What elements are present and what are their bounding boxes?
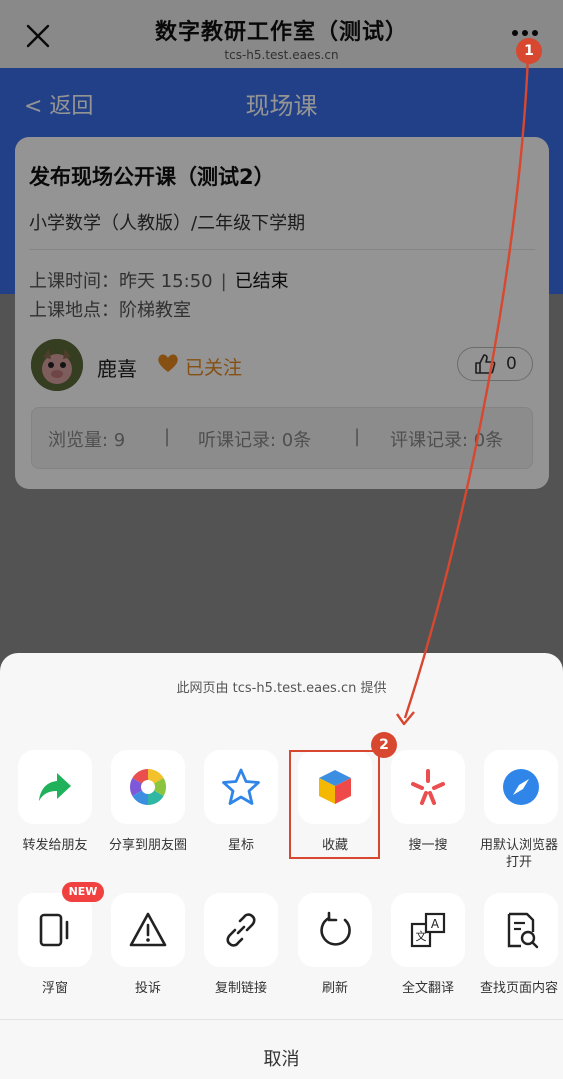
warning-icon [129, 912, 167, 947]
copy-link-label: 复制链接 [214, 981, 267, 996]
forward-to-friend-label: 转发给朋友 [22, 838, 88, 853]
find-in-page-button[interactable] [484, 893, 558, 967]
search-button[interactable] [391, 750, 465, 824]
cancel-button[interactable]: 取消 [0, 1045, 563, 1071]
link-icon [226, 913, 256, 947]
find-in-page-label: 查找页面内容 [479, 981, 558, 996]
moments-icon [129, 769, 167, 805]
divider [0, 1019, 563, 1020]
search-label: 搜一搜 [408, 838, 448, 853]
compass-icon [503, 769, 539, 805]
search-sparkle-icon [411, 769, 445, 805]
star-icon [222, 768, 260, 805]
annotation-highlight-box [289, 750, 380, 859]
translate-label: 全文翻译 [401, 981, 454, 996]
share-sheet: 此网页由 tcs-h5.test.eaes.cn 提供 转发给朋友 分享到朋友圈… [0, 653, 563, 1079]
refresh-button[interactable] [298, 893, 372, 967]
translate-button[interactable]: A 文 [391, 893, 465, 967]
annotation-step-2: 2 [371, 732, 397, 758]
star-button[interactable] [204, 750, 278, 824]
refresh-icon [320, 911, 351, 946]
forward-to-friend-button[interactable] [18, 750, 92, 824]
open-in-browser-button[interactable] [484, 750, 558, 824]
refresh-label: 刷新 [321, 981, 348, 996]
float-window-label: 浮窗 [41, 981, 68, 996]
star-label: 星标 [227, 838, 254, 853]
open-in-browser-label: 用默认浏览器打开 [479, 838, 558, 870]
float-window-icon [39, 913, 69, 947]
translate-icon: A 文 [410, 912, 446, 948]
new-badge: NEW [62, 882, 104, 902]
share-to-moments-label: 分享到朋友圈 [108, 838, 187, 853]
share-to-moments-button[interactable] [111, 750, 185, 824]
copy-link-button[interactable] [204, 893, 278, 967]
report-label: 投诉 [134, 981, 161, 996]
annotation-step-1: 1 [516, 38, 542, 64]
svg-text:A: A [431, 917, 440, 931]
provider-text: 此网页由 tcs-h5.test.eaes.cn 提供 [176, 681, 387, 696]
find-in-page-icon [507, 912, 539, 949]
svg-text:文: 文 [416, 929, 427, 943]
float-window-button[interactable] [18, 893, 92, 967]
report-button[interactable] [111, 893, 185, 967]
share-arrow-icon [39, 773, 71, 801]
